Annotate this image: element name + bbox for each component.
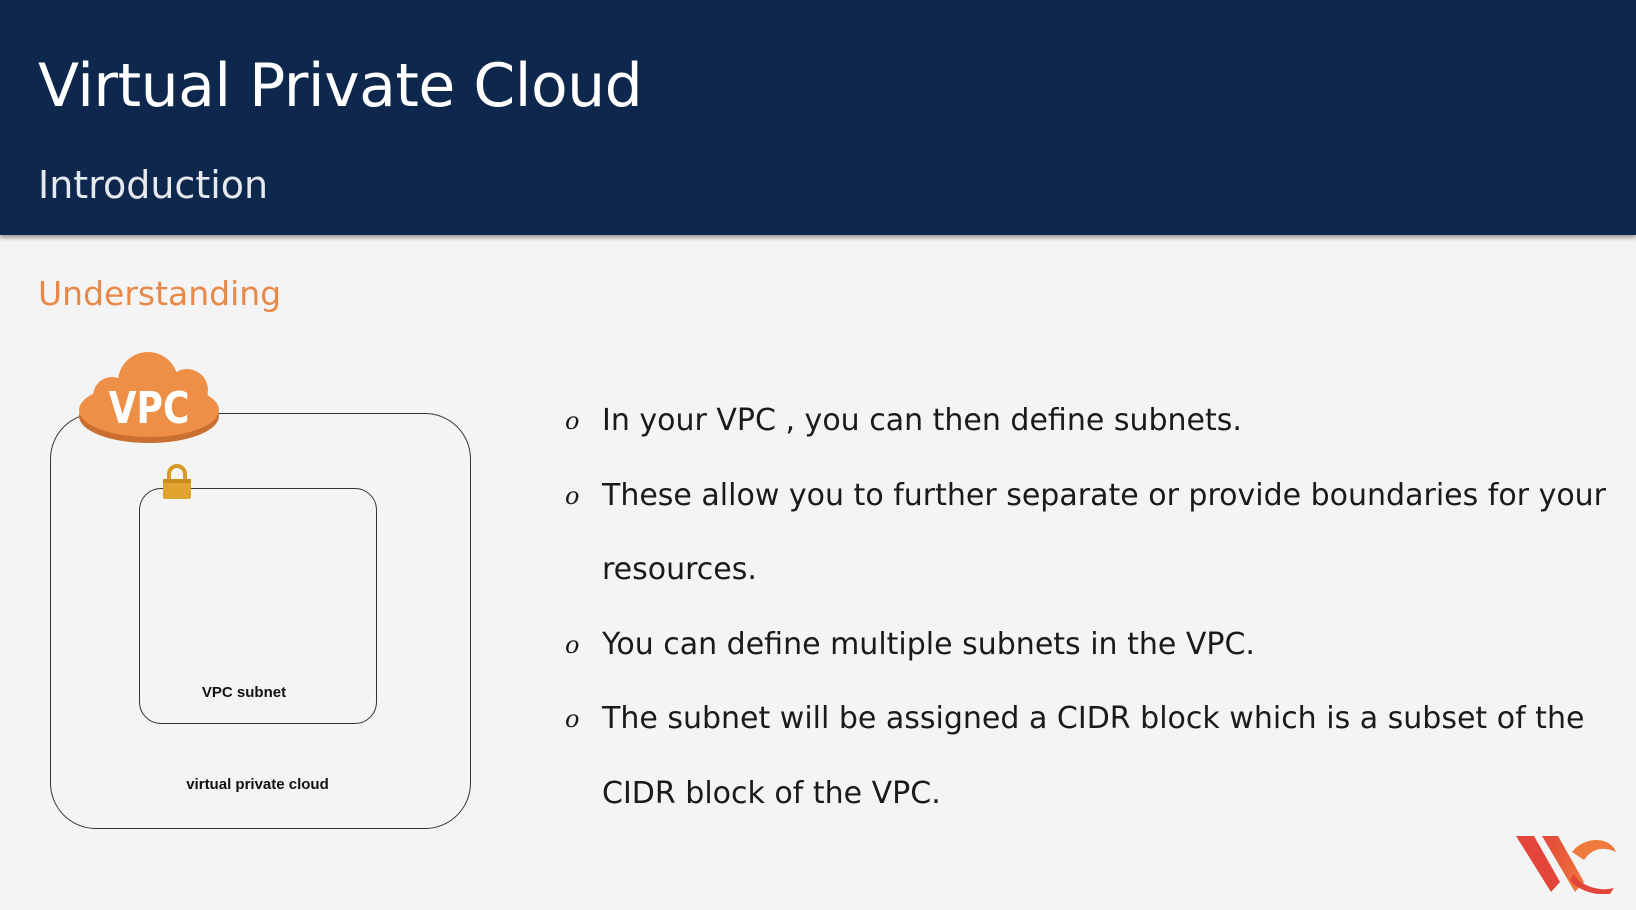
bullet-item: o The subnet will be assigned a CIDR blo… [560, 682, 1620, 831]
header-banner: Virtual Private Cloud Introduction [0, 0, 1636, 235]
vpc-label: virtual private cloud [186, 776, 329, 793]
slide-title: Virtual Private Cloud [38, 51, 643, 121]
vpc-cloud-label: VPC [108, 383, 190, 434]
bullet-text: These allow you to further separate or p… [602, 477, 1607, 588]
lock-icon [163, 464, 191, 499]
slide-subtitle: Introduction [38, 163, 269, 207]
bullet-item: o In your VPC , you can then define subn… [560, 384, 1620, 459]
bullet-marker: o [565, 705, 580, 733]
bullet-text: You can define multiple subnets in the V… [602, 626, 1255, 662]
bullet-marker: o [565, 630, 580, 659]
bullet-text: In your VPC , you can then define subnet… [602, 403, 1242, 438]
bullet-item: o These allow you to further separate or… [560, 459, 1620, 608]
bullet-text: The subnet will be assigned a CIDR block… [602, 701, 1585, 811]
bullet-marker: o [565, 407, 580, 435]
bullet-item: o You can define multiple subnets in the… [560, 608, 1620, 683]
section-heading: Understanding [38, 274, 282, 313]
brand-logo-icon [1516, 836, 1616, 894]
slide: Virtual Private Cloud Introduction Under… [0, 0, 1636, 910]
subnet-label: VPC subnet [201, 684, 287, 701]
bullet-marker: o [565, 481, 580, 510]
bullet-list: o In your VPC , you can then define subn… [560, 384, 1620, 831]
